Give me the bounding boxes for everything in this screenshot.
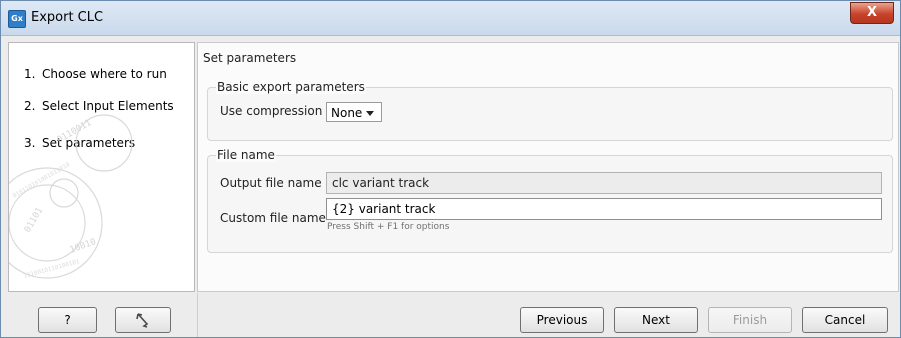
custom-file-name-label: Custom file name: [220, 211, 326, 225]
section-title: Set parameters: [203, 51, 297, 65]
close-button[interactable]: X: [850, 2, 894, 24]
file-name-group: File name Output file name clc variant t…: [207, 148, 893, 253]
cancel-button[interactable]: Cancel: [802, 307, 888, 333]
svg-text:0110011: 0110011: [56, 118, 94, 146]
output-file-name-label: Output file name: [220, 176, 322, 190]
compression-select[interactable]: None: [326, 102, 382, 122]
reset-button[interactable]: [115, 307, 171, 333]
binary-watermark-icon: 0110011 01101 10010 010110101001011010 1…: [9, 114, 133, 280]
shortcut-hint: Press Shift + F1 for options: [327, 222, 450, 232]
reset-arrow-icon: [136, 313, 149, 328]
app-icon: Gx: [8, 10, 26, 28]
help-button[interactable]: ?: [38, 307, 97, 333]
compression-value: None: [331, 106, 363, 120]
step-number: 1.: [24, 67, 36, 81]
svg-text:010110101001011010: 010110101001011010: [12, 161, 72, 200]
step-label: Choose where to run: [42, 67, 167, 81]
custom-file-name-input[interactable]: {2} variant track: [326, 198, 882, 220]
window-title: Export CLC: [31, 10, 104, 25]
output-file-name-field: clc variant track: [326, 172, 882, 194]
footer-divider: [197, 293, 198, 337]
svg-text:1010010110100101: 1010010110100101: [23, 258, 81, 280]
use-compression-label: Use compression: [220, 104, 323, 118]
export-clc-dialog: Gx Export CLC X 1. Choose where to run 2.…: [0, 0, 901, 338]
basic-export-parameters-group: Basic export parameters Use compression …: [207, 80, 893, 141]
previous-button[interactable]: Previous: [520, 307, 604, 333]
svg-text:01101: 01101: [23, 206, 45, 234]
group-title: File name: [216, 148, 276, 162]
step-choose-where-to-run[interactable]: 1. Choose where to run: [24, 67, 167, 81]
chevron-down-icon: [366, 111, 374, 116]
group-title: Basic export parameters: [216, 80, 366, 94]
wizard-steps-panel: 1. Choose where to run 2. Select Input Ele…: [8, 42, 195, 292]
finish-button: Finish: [708, 307, 792, 333]
next-button[interactable]: Next: [614, 307, 698, 333]
title-bar[interactable]: Gx Export CLC X: [1, 1, 900, 36]
parameters-panel: Set parameters Basic export parameters U…: [197, 42, 899, 292]
